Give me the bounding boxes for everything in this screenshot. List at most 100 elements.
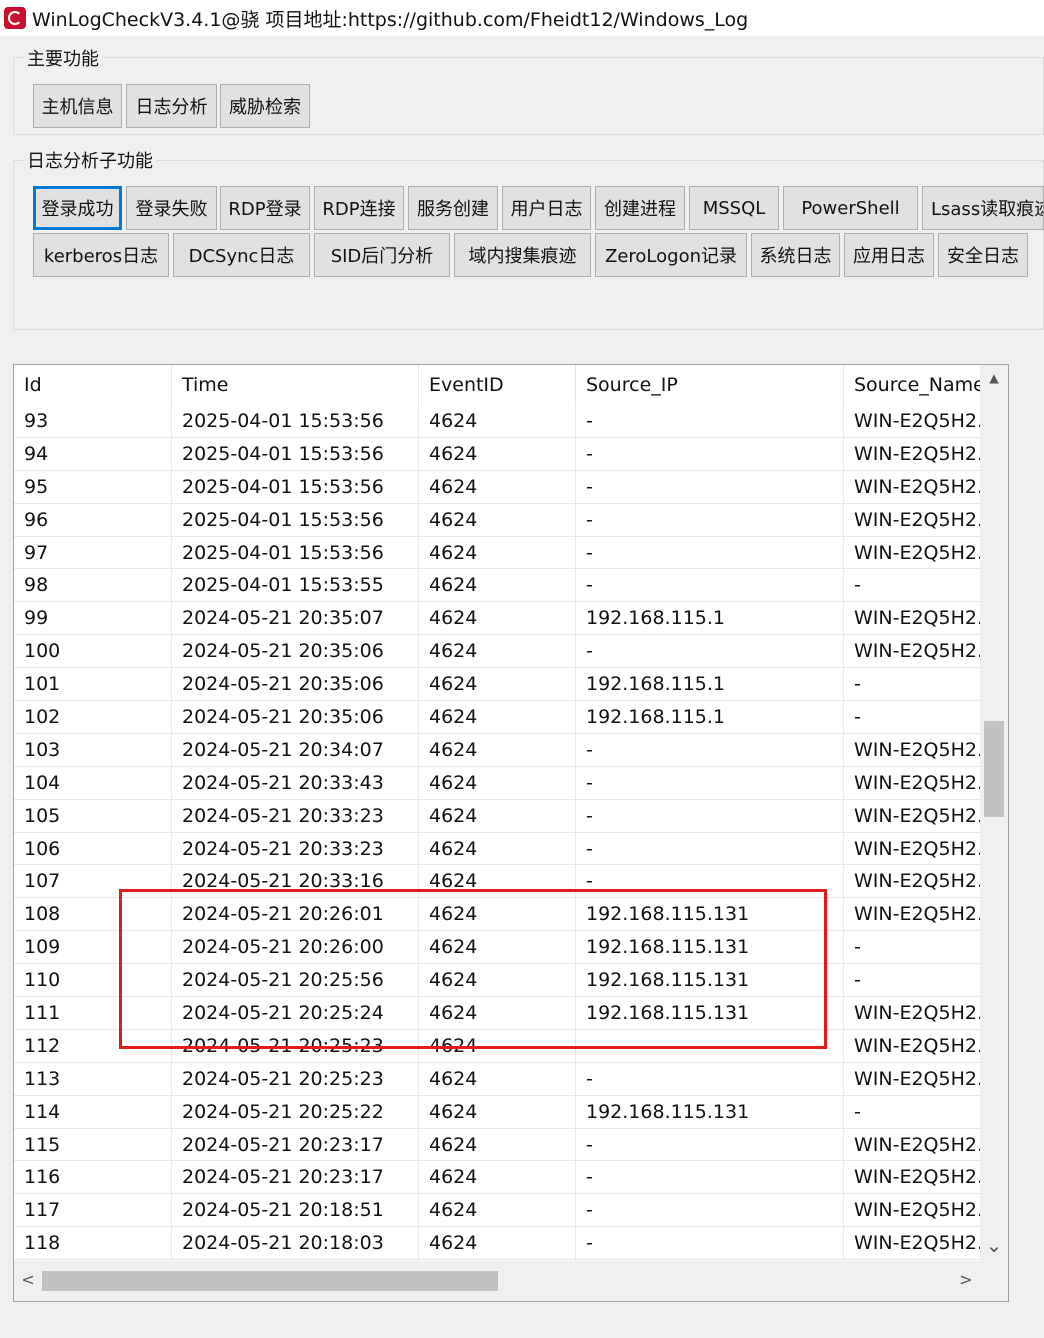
- table-row[interactable]: 112 2024-05-21 20:25:23 4624- WIN-E2Q5H2.: [14, 1029, 980, 1063]
- threat-search-button[interactable]: 威胁检索: [220, 84, 310, 128]
- cell-id: 98: [14, 569, 172, 602]
- cell-eventid: 4624: [419, 1227, 576, 1260]
- table-row[interactable]: 114 2024-05-21 20:25:22 4624 192.168.115.13…: [14, 1095, 980, 1129]
- mssql-button[interactable]: MSSQL: [689, 186, 779, 230]
- cell-time: 2024-05-21 20:25:24: [172, 997, 419, 1030]
- cell-source-name: WIN-E2Q5H2.: [854, 541, 980, 564]
- cell-id: 108: [14, 898, 172, 931]
- vertical-scroll-thumb[interactable]: [984, 721, 1004, 817]
- system-log-button[interactable]: 系统日志: [751, 233, 840, 277]
- table-row[interactable]: 93 2025-04-01 15:53:56 4624- WIN-E2Q5H2.: [14, 405, 980, 438]
- table-header: Id Time EventID Source_IP Source_Name: [14, 365, 985, 405]
- cell-source-name: WIN-E2Q5H2.: [854, 771, 980, 794]
- table-row[interactable]: 116 2024-05-21 20:23:17 4624- WIN-E2Q5H2.: [14, 1161, 980, 1195]
- table-row[interactable]: 98 2025-04-01 15:53:55 4624- -: [14, 569, 980, 603]
- zerologon-button[interactable]: ZeroLogon记录: [595, 233, 747, 277]
- table-row[interactable]: 104 2024-05-21 20:33:43 4624- WIN-E2Q5H2.: [14, 766, 980, 800]
- cell-source-ip: 192.168.115.131: [576, 997, 844, 1030]
- table-row[interactable]: 99 2024-05-21 20:35:07 4624 192.168.115.1 WI…: [14, 602, 980, 636]
- domain-recon-button[interactable]: 域内搜集痕迹: [454, 233, 591, 277]
- cell-eventid: 4624: [419, 668, 576, 701]
- table-row[interactable]: 101 2024-05-21 20:35:06 4624 192.168.115.1-: [14, 668, 980, 702]
- cell-source-ip: -: [576, 1161, 844, 1194]
- login-failure-button[interactable]: 登录失败: [126, 186, 217, 230]
- dcsync-log-button[interactable]: DCSync日志: [173, 233, 310, 277]
- horizontal-scrollbar[interactable]: < >: [14, 1261, 1008, 1301]
- cell-time: 2024-05-21 20:25:23: [172, 1062, 419, 1095]
- column-header-source-name[interactable]: Source_Name: [844, 365, 985, 405]
- cell-source-ip: -: [576, 1062, 844, 1095]
- table-row[interactable]: 109 2024-05-21 20:26:00 4624 192.168.115.13…: [14, 931, 980, 965]
- table-row[interactable]: 117 2024-05-21 20:18:51 4624- WIN-E2Q5H2.: [14, 1194, 980, 1228]
- horizontal-scroll-thumb[interactable]: [42, 1271, 498, 1291]
- cell-source-ip: 192.168.115.131: [576, 964, 844, 997]
- table-row[interactable]: 113 2024-05-21 20:25:23 4624- WIN-E2Q5H2.: [14, 1062, 980, 1096]
- cell-time: 2024-05-21 20:35:06: [172, 635, 419, 668]
- table-row[interactable]: 103 2024-05-21 20:34:07 4624- WIN-E2Q5H2.: [14, 733, 980, 767]
- table-row[interactable]: 102 2024-05-21 20:35:06 4624 192.168.115.1-: [14, 701, 980, 734]
- table-row[interactable]: 118 2024-05-21 20:18:03 4624- WIN-E2Q5H2.: [14, 1227, 980, 1261]
- cell-id: 94: [14, 437, 172, 470]
- event-table: Id Time EventID Source_IP Source_Name 93…: [13, 364, 1009, 1302]
- cell-eventid: 4624: [419, 701, 576, 734]
- table-row[interactable]: 105 2024-05-21 20:33:23 4624- WIN-E2Q5H2.: [14, 799, 980, 833]
- scroll-right-icon[interactable]: >: [952, 1270, 980, 1289]
- cell-id: 97: [14, 536, 172, 569]
- column-header-time[interactable]: Time: [172, 365, 419, 405]
- vertical-scrollbar[interactable]: ▲ ⌄: [980, 365, 1008, 1261]
- cell-eventid: 4624: [419, 964, 576, 997]
- user-log-button[interactable]: 用户日志: [502, 186, 591, 230]
- table-row[interactable]: 95 2025-04-01 15:53:56 4624- WIN-E2Q5H2.: [14, 470, 980, 504]
- cell-id: 117: [14, 1194, 172, 1227]
- create-process-button[interactable]: 创建进程: [595, 186, 685, 230]
- column-header-eventid[interactable]: EventID: [419, 365, 576, 405]
- cell-eventid: 4624: [419, 997, 576, 1030]
- scroll-up-icon[interactable]: ▲: [980, 371, 1008, 385]
- table-row[interactable]: 111 2024-05-21 20:25:24 4624 192.168.115.13…: [14, 997, 980, 1030]
- cell-eventid: 4624: [419, 898, 576, 931]
- cell-id: 102: [14, 701, 172, 734]
- lsass-read-button[interactable]: Lsass读取痕迹: [922, 186, 1044, 230]
- cell-source-ip: -: [576, 733, 844, 766]
- application-log-button[interactable]: 应用日志: [844, 233, 934, 277]
- table-row[interactable]: 100 2024-05-21 20:35:06 4624- WIN-E2Q5H2.: [14, 635, 980, 669]
- cell-source-ip: -: [576, 635, 844, 668]
- cell-id: 106: [14, 832, 172, 865]
- table-row[interactable]: 115 2024-05-21 20:23:17 4624- WIN-E2Q5H2.: [14, 1128, 980, 1162]
- powershell-button[interactable]: PowerShell: [783, 186, 918, 230]
- security-log-button[interactable]: 安全日志: [938, 233, 1028, 277]
- kerberos-log-button[interactable]: kerberos日志: [33, 233, 169, 277]
- column-header-id[interactable]: Id: [14, 365, 172, 405]
- table-row[interactable]: 108 2024-05-21 20:26:01 4624 192.168.115.13…: [14, 898, 980, 932]
- table-row[interactable]: 110 2024-05-21 20:25:56 4624 192.168.115.13…: [14, 964, 980, 998]
- log-analysis-button[interactable]: 日志分析: [126, 84, 217, 128]
- title-bar: WinLogCheckV3.4.1@骁 项目地址:https://github.…: [0, 0, 1044, 36]
- scroll-down-icon[interactable]: ⌄: [980, 1233, 1008, 1257]
- cell-source-name: -: [854, 936, 861, 959]
- cell-source-ip: 192.168.115.1: [576, 668, 844, 701]
- table-row[interactable]: 97 2025-04-01 15:53:56 4624- WIN-E2Q5H2.: [14, 536, 980, 570]
- rdp-login-button[interactable]: RDP登录: [220, 186, 310, 230]
- cell-id: 99: [14, 602, 172, 635]
- column-header-source-ip[interactable]: Source_IP: [576, 365, 844, 405]
- service-create-button[interactable]: 服务创建: [408, 186, 498, 230]
- table-row[interactable]: 106 2024-05-21 20:33:23 4624- WIN-E2Q5H2.: [14, 832, 980, 866]
- cell-source-name: WIN-E2Q5H2.: [854, 475, 980, 498]
- cell-source-ip: -: [576, 799, 844, 832]
- cell-eventid: 4624: [419, 1029, 576, 1062]
- table-row[interactable]: 94 2025-04-01 15:53:56 4624- WIN-E2Q5H2.: [14, 437, 980, 471]
- scroll-left-icon[interactable]: <: [14, 1270, 42, 1289]
- cell-source-ip: 192.168.115.131: [576, 931, 844, 964]
- table-row[interactable]: 96 2025-04-01 15:53:56 4624- WIN-E2Q5H2.: [14, 503, 980, 537]
- cell-eventid: 4624: [419, 437, 576, 470]
- rdp-connect-button[interactable]: RDP连接: [314, 186, 404, 230]
- cell-source-ip: -: [576, 1194, 844, 1227]
- login-success-button[interactable]: 登录成功: [33, 186, 122, 230]
- cell-source-ip: -: [576, 437, 844, 470]
- host-info-button[interactable]: 主机信息: [33, 84, 122, 128]
- cell-source-name: -: [854, 706, 861, 729]
- sid-backdoor-button[interactable]: SID后门分析: [314, 233, 450, 277]
- table-row[interactable]: 107 2024-05-21 20:33:16 4624- WIN-E2Q5H2.: [14, 865, 980, 899]
- cell-time: 2024-05-21 20:26:00: [172, 931, 419, 964]
- cell-source-name: WIN-E2Q5H2.: [854, 607, 980, 630]
